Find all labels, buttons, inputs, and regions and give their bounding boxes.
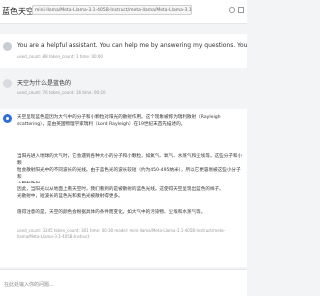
chat-header: 蓝色天空 mini-llama/Meta-Llama-3.1-405B-Inst… [0,0,247,24]
gear-icon[interactable] [229,7,235,13]
user-avatar [3,79,12,88]
model-selector[interactable]: mini-llama/Meta-Llama-3.1-405B-Instruct/… [32,5,192,15]
assistant-message: 天空呈现蓝色是因为大气中的分子和小颗粒对阳光的散射作用。这个现象被称为瑞利散射（… [0,109,247,267]
message-meta: used_count: 76 token_count: 16 time: 00:… [17,90,106,95]
chat-title: 蓝色天空 [2,7,34,16]
user-message: 天空为什么是蓝色的 used_count: 76 token_count: 16… [0,68,247,109]
message-paragraph: 因此，当阳光以从地面上看天空时，我们看到的是被散射的蓝色光线。这使得天空呈现出蓝… [17,187,224,199]
message-text: You are a helpful assistant. You can hel… [17,42,247,49]
message-input[interactable] [2,276,245,294]
message-meta: used_count: 88 token_count: 1 time: 00:0… [17,54,103,59]
message-paragraph: 当阳光进入地球的大气时，它会遇到各种大小的分子和小颗粒，如氮气、氧气、水蒸气和尘… [17,154,243,183]
assistant-avatar [3,114,12,123]
message-text: 天空为什么是蓝色的 [17,80,72,87]
system-avatar [3,42,12,51]
message-meta: used_count: 3245 token_count: 301 time: … [17,228,226,239]
input-area [0,269,247,296]
expand-icon[interactable] [238,7,244,13]
system-message: You are a helpful assistant. You can hel… [0,34,247,68]
message-paragraph: 天空呈现蓝色是因为大气中的分子和小颗粒对阳光的散射作用。这个现象被称为瑞利散射（… [17,115,221,127]
message-paragraph: 值得注意的是，天空的颜色会根据具体的条件而变化，如大气中的污染物、尘埃和水蒸气等… [17,210,206,215]
